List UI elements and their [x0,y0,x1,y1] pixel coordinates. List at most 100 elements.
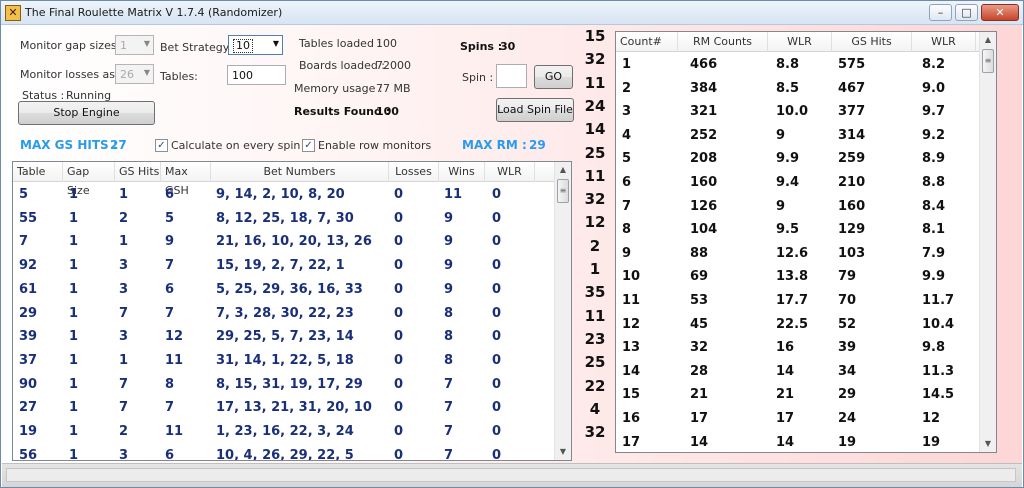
table-row[interactable]: 37 1 1 11 31, 14, 1, 22, 5, 18 0 8 0 [13,349,558,372]
calc-every-spin-checkbox[interactable]: ✓ [155,139,168,152]
table-cell: 1, 23, 16, 22, 3, 24 [216,424,354,439]
table-row[interactable]: 8 104 9.5 129 8.1 [616,218,980,241]
table-row[interactable]: 12 45 22.5 52 10.4 [616,313,980,336]
scroll-up-icon[interactable]: ▲ [980,32,996,48]
table-row[interactable]: 17 14 14 19 19 [616,431,980,452]
table-row[interactable]: 90 1 7 8 8, 15, 31, 19, 17, 29 0 7 0 [13,373,558,396]
table-cell: 7 [119,400,129,416]
col-header-gs-wlr[interactable]: WLR [912,32,976,52]
table-row[interactable]: 56 1 3 6 10, 4, 26, 29, 22, 5 0 7 0 [13,444,558,461]
close-button[interactable]: ✕ [981,4,1019,21]
col-header-max-gsh[interactable]: Max GSH [161,162,211,197]
table-cell: 0 [492,400,502,416]
bet-strategy-select[interactable]: 10 ▼ [228,35,283,55]
table-row[interactable]: 5 1 1 6 9, 14, 2, 10, 8, 20 0 11 0 [13,183,558,206]
table-cell: 1 [119,234,129,250]
table-cell: 8.4 [922,198,946,214]
table-row[interactable]: 13 32 16 39 9.8 [616,336,980,359]
go-button[interactable]: GO [534,65,573,89]
table-row[interactable]: 27 1 7 7 17, 13, 21, 31, 20, 10 0 7 0 [13,396,558,419]
table-cell: 21 [690,387,709,403]
table-row[interactable]: 6 160 9.4 210 8.8 [616,171,980,194]
monitor-gap-select[interactable]: 1 ▼ [115,35,154,55]
tables-input[interactable]: 100 [227,65,286,85]
table-cell: 12 [165,329,184,345]
table-cell: 21 [776,387,795,403]
scroll-thumb[interactable]: ≡ [982,49,994,73]
table-row[interactable]: 16 17 17 24 12 [616,407,980,430]
table-row[interactable]: 10 69 13.8 79 9.9 [616,265,980,288]
table-cell: 3 [119,281,129,297]
col-header-gap-size[interactable]: Gap Size [63,162,115,197]
col-header-table[interactable]: Table [13,162,63,182]
stop-engine-button[interactable]: Stop Engine [18,101,155,125]
table-row[interactable]: 7 1 1 9 21, 16, 10, 20, 13, 26 0 9 0 [13,230,558,253]
table-cell: 3 [119,258,129,274]
maximize-button[interactable]: □ [955,4,978,21]
minimize-button[interactable]: – [929,4,952,21]
table-row[interactable]: 11 53 17.7 70 11.7 [616,289,980,312]
spin-number: 25 [584,143,606,162]
table-cell: 61 [19,281,38,297]
table-cell: 29 [838,387,857,403]
spin-number: 24 [584,96,606,115]
table-cell: 1 [69,187,79,202]
table-row[interactable]: 92 1 3 7 15, 19, 2, 7, 22, 1 0 9 0 [13,254,558,277]
col-header-gs-hits[interactable]: GS Hits [115,162,161,182]
col-header-count[interactable]: Count# [616,32,678,52]
spin-number: 32 [584,190,606,209]
table-cell: 8, 15, 31, 19, 17, 29 [216,376,363,392]
status-bar-panel [6,468,1016,482]
col-header-bet-numbers[interactable]: Bet Numbers [211,162,389,182]
table-cell: 6 [165,447,175,461]
table-cell: 321 [690,104,718,120]
table-row[interactable]: 3 321 10.0 377 9.7 [616,100,980,123]
table-cell: 7 [165,258,175,274]
table-cell: 2 [622,80,632,96]
table-cell: 1 [69,424,79,439]
scroll-down-icon[interactable]: ▼ [980,436,996,452]
table-row[interactable]: 9 88 12.6 103 7.9 [616,242,980,265]
table-cell: 8 [444,329,454,345]
table-cell: 10.4 [922,316,955,332]
table-row[interactable]: 39 1 3 12 29, 25, 5, 7, 23, 14 0 8 0 [13,325,558,348]
table-row[interactable]: 5 208 9.9 259 8.9 [616,147,980,170]
results-grid-scrollbar[interactable]: ▲ ≡ ▼ [554,162,571,460]
load-spin-file-button[interactable]: Load Spin File [496,98,574,122]
table-row[interactable]: 55 1 2 5 8, 12, 25, 18, 7, 30 0 9 0 [13,207,558,230]
table-row[interactable]: 14 28 14 34 11.3 [616,360,980,383]
stats-grid-scrollbar[interactable]: ▲ ≡ ▼ [979,32,996,452]
table-cell: 377 [838,104,866,120]
max-gs-hits-value: 27 [110,138,127,152]
table-cell: 8.8 [922,175,946,190]
col-header-wlr[interactable]: WLR [485,162,535,182]
table-cell: 14.5 [922,387,955,403]
table-row[interactable]: 61 1 3 6 5, 25, 29, 36, 16, 33 0 9 0 [13,278,558,301]
table-cell: 8.1 [922,222,946,238]
table-cell: 7 [444,400,454,416]
table-cell: 14 [776,434,795,450]
table-cell: 8 [444,305,454,321]
scroll-up-icon[interactable]: ▲ [555,162,571,178]
table-row[interactable]: 1 466 8.8 575 8.2 [616,53,980,76]
table-row[interactable]: 2 384 8.5 467 9.0 [616,77,980,100]
spin-input[interactable] [496,64,527,88]
table-cell: 1 [69,400,79,416]
table-row[interactable]: 15 21 21 29 14.5 [616,383,980,406]
enable-row-monitors-label[interactable]: Enable row monitors [318,139,431,152]
table-row[interactable]: 4 252 9 314 9.2 [616,124,980,147]
table-row[interactable]: 7 126 9 160 8.4 [616,195,980,218]
table-row[interactable]: 29 1 7 7 7, 3, 28, 30, 22, 23 0 8 0 [13,302,558,325]
scroll-down-icon[interactable]: ▼ [555,444,571,460]
table-cell: 0 [394,281,404,297]
monitor-losses-select[interactable]: 26 ▼ [115,64,154,84]
enable-row-monitors-checkbox[interactable]: ✓ [302,139,315,152]
scroll-thumb[interactable]: ≡ [557,179,569,203]
calc-every-spin-label[interactable]: Calculate on every spin [171,139,300,152]
table-row[interactable]: 19 1 2 11 1, 23, 16, 22, 3, 24 0 7 0 [13,420,558,443]
col-header-wins[interactable]: Wins [439,162,485,182]
col-header-rm-counts[interactable]: RM Counts [678,32,768,52]
col-header-rm-wlr[interactable]: WLR [768,32,832,52]
col-header-gs-hits-r[interactable]: GS Hits [832,32,912,52]
col-header-losses[interactable]: Losses [389,162,439,182]
